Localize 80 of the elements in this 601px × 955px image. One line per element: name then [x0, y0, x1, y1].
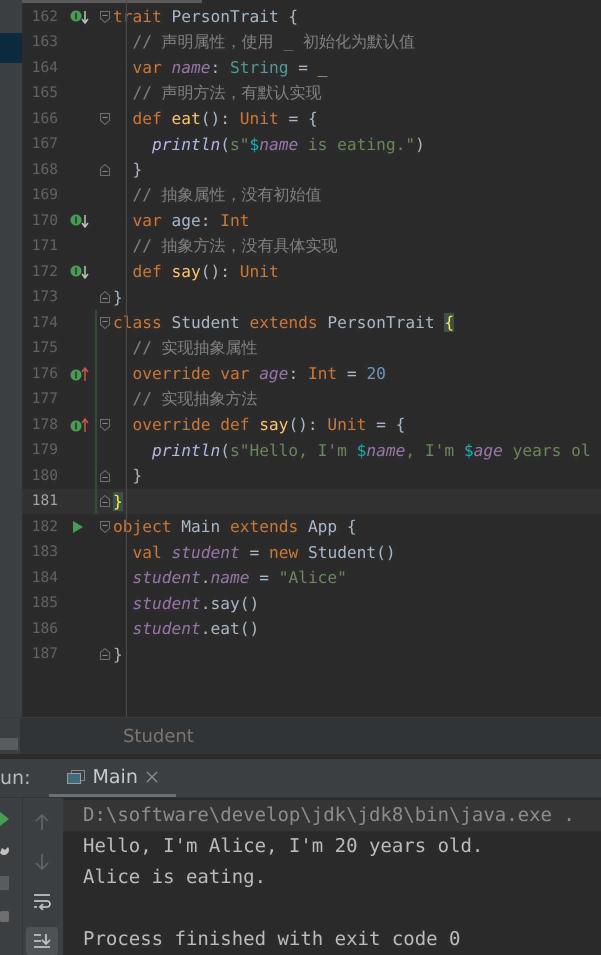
line-number: 182: [30, 518, 58, 535]
line-number: 167: [30, 136, 58, 152]
code-line: var age: Int: [131, 211, 250, 230]
line-number: 166: [30, 110, 58, 127]
line-number: 162: [30, 8, 58, 25]
code-line: def eat(): Unit = {: [131, 109, 318, 128]
code-line: class Student extends PersonTrait {: [113, 313, 454, 332]
up-arrow-icon: [33, 813, 51, 832]
scrollbar-thumb[interactable]: [22, 0, 202, 3]
line-number: 168: [30, 162, 58, 178]
code-line: }: [113, 644, 123, 664]
soft-wrap-icon: [32, 892, 52, 910]
fold-icon[interactable]: [99, 162, 111, 177]
line-number: 176: [30, 366, 58, 382]
close-icon[interactable]: [146, 770, 158, 782]
code-line: }: [113, 288, 123, 307]
overriding-marker-icon[interactable]: [70, 366, 90, 382]
fold-icon[interactable]: [99, 290, 111, 304]
console-output: Hello, I'm Alice, I'm 20 years old.: [82, 834, 484, 859]
line-number: 186: [30, 620, 58, 637]
scrollbar-thumb[interactable]: [0, 738, 18, 750]
fold-icon[interactable]: [99, 520, 111, 534]
implemented-marker-icon[interactable]: [70, 212, 90, 229]
line-number: 187: [30, 646, 58, 662]
overriding-marker-icon[interactable]: [70, 416, 90, 433]
line-number: 185: [30, 595, 58, 612]
run-icon[interactable]: [70, 520, 84, 534]
run-label: un:: [0, 767, 30, 789]
implemented-marker-icon[interactable]: [70, 264, 90, 280]
line-number: 184: [30, 570, 58, 586]
down-arrow-icon: [33, 852, 51, 871]
code-line: println(s"Hello, I'm $name, I'm $age years ol: [150, 440, 591, 460]
fold-icon[interactable]: [99, 316, 111, 330]
code-line: }: [131, 160, 142, 180]
line-number: 181: [30, 493, 58, 510]
line-number: 171: [30, 238, 58, 254]
code-line: student.say(): [131, 594, 260, 613]
line-number: 179: [30, 442, 58, 458]
line-number: 177: [30, 391, 58, 408]
run-icon[interactable]: [0, 812, 10, 826]
code-line: // 声明方法，有默认实现: [131, 82, 322, 104]
code-line: // 实现抽象方法: [131, 388, 258, 410]
code-line: student.eat(): [131, 619, 260, 638]
console-output: Process finished with exit code 0: [82, 927, 462, 952]
line-number: 183: [30, 544, 58, 560]
console-output: Alice is eating.: [82, 865, 268, 890]
toolbar-button[interactable]: [26, 926, 58, 955]
code-line: override def say(): Unit = {: [131, 415, 406, 434]
fold-icon[interactable]: [99, 112, 111, 126]
line-number: 175: [30, 340, 58, 356]
window-icon: [66, 768, 84, 784]
scroll-to-end-icon: [32, 932, 52, 950]
code-line: // 抽象方法，没有具体实现: [131, 235, 338, 258]
code-line: // 抽象属性，没有初始值: [131, 184, 322, 206]
code-line: // 声明属性，使用 _ 初始化为默认值: [131, 31, 415, 54]
line-number: 180: [30, 468, 58, 484]
code-line: println(s"$name is eating."): [150, 134, 425, 154]
line-number: 165: [30, 85, 58, 102]
fold-icon[interactable]: [99, 418, 111, 432]
line-number: 170: [30, 212, 58, 229]
code-line: val student = new Student(): [131, 542, 396, 562]
line-number: 174: [30, 314, 58, 331]
code-line: override var age: Int = 20: [131, 364, 386, 384]
code-line: object Main extends App {: [113, 517, 357, 536]
line-number: 164: [30, 60, 58, 76]
fold-icon[interactable]: [99, 494, 111, 508]
code-line: student.name = "Alice": [131, 568, 347, 588]
fold-icon[interactable]: [99, 10, 111, 24]
line-number: 172: [30, 264, 58, 280]
code-line: var name: String = _: [131, 58, 328, 78]
code-line: // 实现抽象属性: [131, 337, 258, 360]
line-number: 163: [30, 34, 58, 50]
code-line: }: [131, 466, 142, 486]
code-line: def say(): Unit: [131, 262, 279, 282]
fold-icon[interactable]: [99, 647, 111, 662]
line-number: 178: [30, 416, 58, 433]
line-number: 169: [30, 187, 58, 204]
implemented-marker-icon[interactable]: [70, 8, 90, 25]
line-number: 173: [30, 289, 58, 306]
fold-icon[interactable]: [99, 468, 111, 483]
